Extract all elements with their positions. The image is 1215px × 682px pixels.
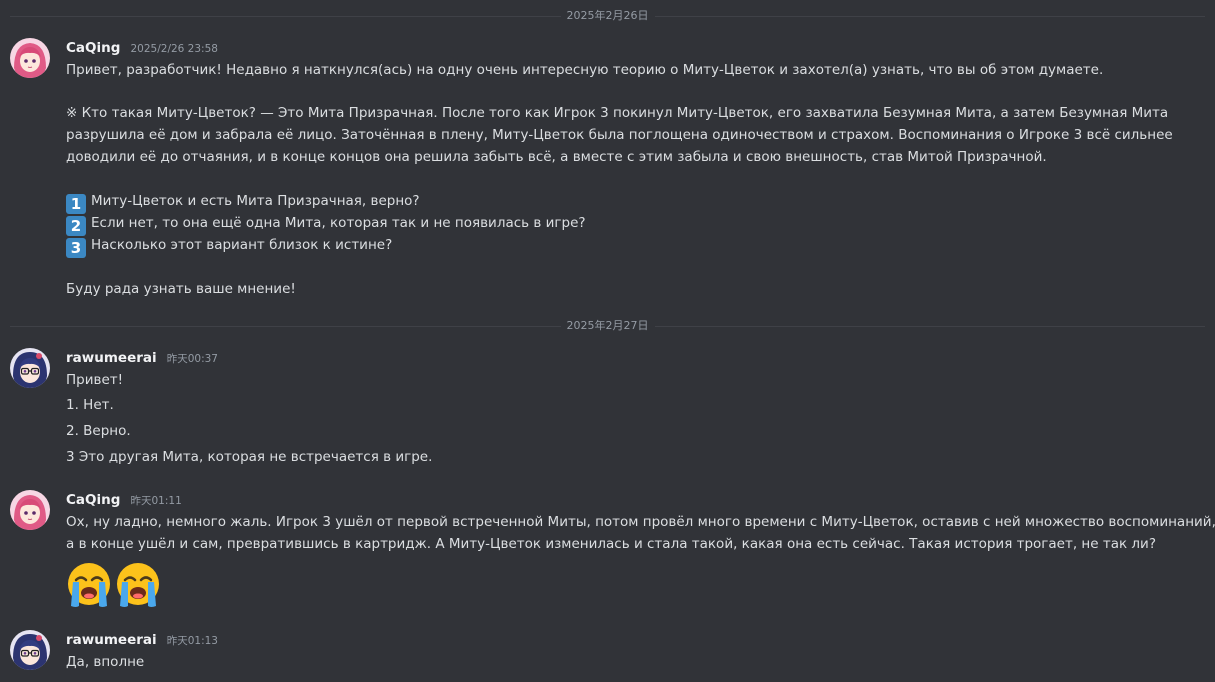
message-text: 1. Нет.	[66, 397, 114, 413]
loudly-crying-face-icon	[64, 560, 114, 610]
message-text: Да, вполне	[66, 654, 145, 670]
timestamp: 昨天00:37	[166, 353, 218, 365]
date-divider-label: 2025年2月27日	[560, 319, 655, 333]
avatar[interactable]	[10, 630, 50, 670]
username[interactable]: CaQing	[66, 40, 120, 56]
timestamp: 2025/2/26 23:58	[130, 43, 218, 55]
date-divider-label: 2025年2月26日	[560, 9, 655, 23]
keycap-two-icon: 2	[66, 216, 86, 236]
list-item: 2 Если нет, то она ещё одна Мита, которая…	[66, 212, 586, 236]
list-item-text: Насколько этот вариант близок к истине?	[91, 237, 393, 253]
list-item-text: Миту-Цветок и есть Мита Призрачная, верн…	[91, 193, 420, 209]
message-text: Ох, ну ладно, немного жаль. Игрок 3 ушёл…	[66, 514, 1215, 530]
avatar[interactable]	[10, 490, 50, 530]
list-item: 1 Миту-Цветок и есть Мита Призрачная, вер…	[66, 190, 420, 214]
keycap-three-icon: 3	[66, 238, 86, 258]
message-header: CaQing 2025/2/26 23:58	[66, 37, 218, 57]
username[interactable]: CaQing	[66, 492, 120, 508]
date-divider: 2025年2月26日	[10, 9, 1205, 23]
message-text: а в конце ушёл и сам, превратившись в ка…	[66, 536, 1156, 552]
date-divider: 2025年2月27日	[10, 319, 1205, 333]
message-text: доводили её до отчаяния, и в конце концо…	[66, 149, 1047, 165]
message-text: Буду рада узнать ваше мнение!	[66, 281, 296, 297]
avatar[interactable]	[10, 38, 50, 78]
list-item-text: Если нет, то она ещё одна Мита, которая …	[91, 215, 586, 231]
message-text: разрушила её дом и забрала её лицо. Зато…	[66, 127, 1173, 143]
username[interactable]: rawumeerai	[66, 350, 157, 366]
message-text: 3 Это другая Мита, которая не встречаетс…	[66, 449, 433, 465]
timestamp: 昨天01:11	[130, 495, 182, 507]
message-header: rawumeerai 昨天01:13	[66, 629, 218, 649]
message-text: ※ Кто такая Миту-Цветок? — Это Мита Приз…	[66, 105, 1169, 121]
avatar[interactable]	[10, 348, 50, 388]
list-item: 3 Насколько этот вариант близок к истине?	[66, 234, 392, 258]
loudly-crying-face-icon	[113, 560, 163, 610]
timestamp: 昨天01:13	[166, 635, 218, 647]
message-text: Привет!	[66, 372, 124, 388]
username[interactable]: rawumeerai	[66, 632, 157, 648]
message-text: 2. Верно.	[66, 423, 131, 439]
message-text: Привет, разработчик! Недавно я наткнулся…	[66, 62, 1104, 78]
keycap-one-icon: 1	[66, 194, 86, 214]
message-header: rawumeerai 昨天00:37	[66, 347, 218, 367]
message-header: CaQing 昨天01:11	[66, 489, 182, 509]
chat-log: 2025年2月26日 CaQing 2025/2/26 23:58 Привет…	[0, 0, 1215, 682]
